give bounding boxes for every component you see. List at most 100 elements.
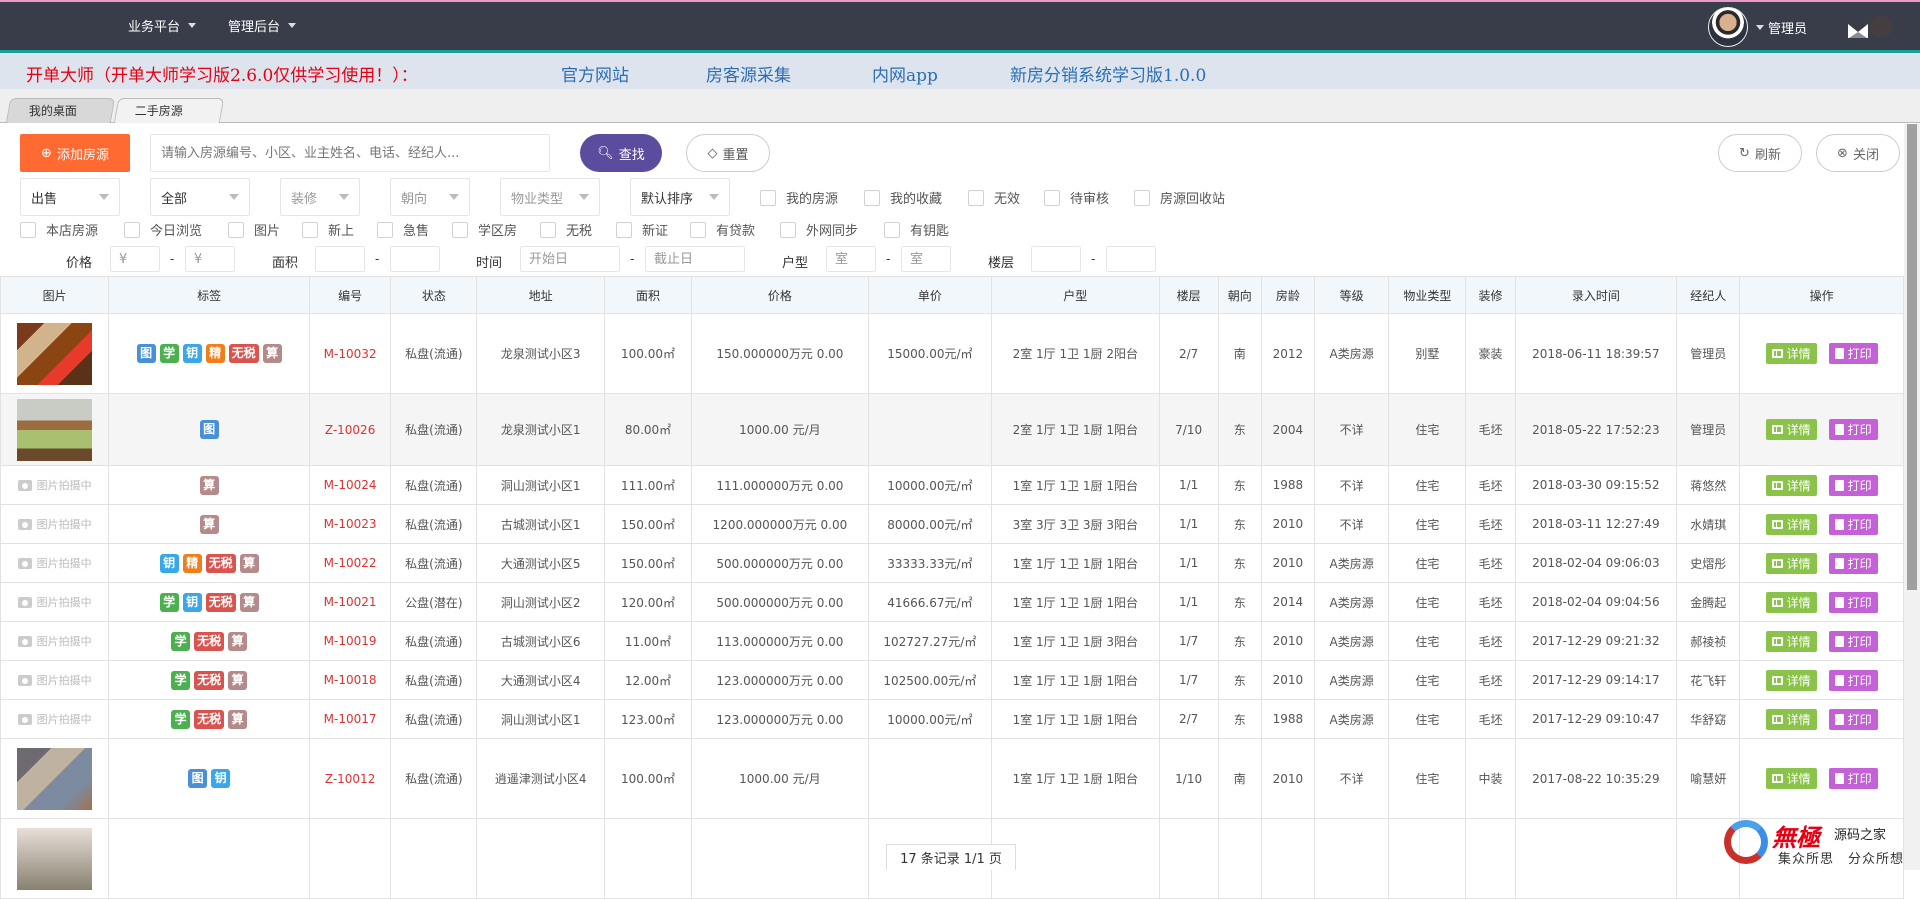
link-source-collection[interactable]: 房客源采集 [706, 61, 791, 86]
cell-code[interactable]: M-10032 [308, 313, 392, 394]
detail-button[interactable]: 详情 [1765, 552, 1817, 574]
print-button[interactable]: 打印 [1828, 552, 1878, 574]
print-button[interactable]: 打印 [1828, 419, 1878, 440]
house-photo[interactable] [17, 747, 93, 810]
print-button[interactable]: 打印 [1828, 513, 1878, 535]
floor-max-input[interactable] [1106, 246, 1156, 272]
checkbox-has-loan[interactable]: 有贷款 [690, 220, 755, 239]
floor-min-input[interactable] [1031, 246, 1081, 272]
checkbox-has-key[interactable]: 有钥匙 [884, 220, 949, 239]
detail-button[interactable]: 详情 [1765, 419, 1817, 440]
print-button[interactable]: 打印 [1828, 669, 1878, 691]
checkbox-viewed-today[interactable]: 今日浏览 [124, 220, 202, 239]
select-orientation[interactable]: 朝向 [390, 178, 470, 216]
checkbox-my-favorites[interactable]: 我的收藏 [864, 188, 942, 207]
detail-button[interactable]: 详情 [1765, 768, 1817, 789]
checkbox-invalid[interactable]: 无效 [968, 188, 1020, 207]
scrollbar-thumb[interactable] [1907, 124, 1917, 590]
checkbox-tax-free[interactable]: 无税 [540, 220, 592, 239]
detail-button[interactable]: 详情 [1765, 708, 1817, 730]
checkbox-new-listing[interactable]: 新上 [302, 220, 354, 239]
table-row[interactable]: 图钥 Z-10012 私盘(流通) 逍遥津测试小区4 100.00㎡ 1000.00 元/… [0, 738, 1904, 819]
page-scrollbar[interactable] [1904, 124, 1920, 870]
select-status[interactable]: 全部 [150, 178, 250, 216]
checkbox-pending-review[interactable]: 待审核 [1044, 188, 1109, 207]
column-header: 单价 [867, 276, 993, 314]
message-badge [1870, 16, 1892, 38]
cell-facing: 东 [1217, 660, 1262, 700]
nav-admin-backend[interactable]: 管理后台 [228, 16, 297, 35]
add-house-button[interactable]: ⊕ 添加房源 [20, 134, 130, 172]
cell-code[interactable]: Z-10012 [308, 738, 392, 819]
checkbox-store-houses[interactable]: 本店房源 [20, 220, 98, 239]
end-date-input[interactable] [645, 246, 745, 272]
cell-grade: A类房源 [1314, 543, 1390, 583]
detail-button[interactable]: 详情 [1765, 343, 1817, 364]
area-max-input[interactable] [390, 246, 440, 272]
table-row[interactable]: 图片拍摄中 算 M-10023 私盘(流通) 古城测试小区1 150.00㎡ 1200.00… [0, 504, 1904, 544]
detail-button[interactable]: 详情 [1765, 513, 1817, 535]
table-row[interactable]: 图片拍摄中学无税算 M-10017 私盘(流通) 洞山测试小区1 123.00㎡ 123.… [0, 699, 1904, 739]
cell-code[interactable]: M-10019 [308, 621, 392, 661]
checkbox-has-photo[interactable]: 图片 [228, 220, 280, 239]
cell-unit-price [867, 738, 993, 819]
print-button[interactable]: 打印 [1828, 343, 1878, 364]
tab-second-hand-houses[interactable]: 二手房源× [113, 98, 225, 142]
table-row[interactable]: 图片拍摄中学钥无税算 M-10021 公盘(潜在) 洞山测试小区2 120.00㎡ 500… [0, 582, 1904, 622]
find-button[interactable]: 🔍︎ 查找 [580, 134, 662, 172]
print-button[interactable]: 打印 [1828, 630, 1878, 652]
select-property-type[interactable]: 物业类型 [500, 178, 600, 216]
cell-code[interactable]: M-10023 [308, 504, 392, 544]
select-sort[interactable]: 默认排序 [630, 178, 730, 216]
select-trade-type[interactable]: 出售 [20, 178, 120, 216]
user-menu[interactable]: 管理员 [1707, 7, 1807, 47]
print-button[interactable]: 打印 [1828, 591, 1878, 613]
cell-code[interactable]: M-10021 [308, 582, 392, 622]
checkbox-recycle-bin[interactable]: 房源回收站 [1134, 188, 1225, 207]
table-row[interactable]: 图片拍摄中学无税算 M-10018 私盘(流通) 大通测试小区4 12.00㎡ 123.0… [0, 660, 1904, 700]
checkbox-external-sync[interactable]: 外网同步 [780, 220, 858, 239]
table-row[interactable]: 图片拍摄中钥精无税算 M-10022 私盘(流通) 大通测试小区5 150.00㎡ 500… [0, 543, 1904, 583]
cell-grade: 不详 [1314, 504, 1390, 544]
price-min-input[interactable] [110, 246, 160, 272]
tab-my-desktop[interactable]: 我的桌面 [5, 98, 116, 123]
refresh-button[interactable]: ↻ 刷新 [1718, 134, 1802, 172]
nav-business-platform[interactable]: 业务平台 [128, 16, 197, 35]
table-row[interactable]: 图片拍摄中 算 M-10024 私盘(流通) 洞山测试小区1 111.00㎡ 111.000… [0, 465, 1904, 505]
close-button[interactable]: ⊗ 关闭 [1816, 134, 1900, 172]
link-official-site[interactable]: 官方网站 [561, 61, 629, 86]
print-button[interactable]: 打印 [1828, 474, 1878, 496]
start-date-input[interactable] [520, 246, 620, 272]
checkbox-new-certificate[interactable]: 新证 [616, 220, 668, 239]
reset-button[interactable]: ◇ 重置 [686, 134, 770, 172]
house-photo[interactable] [17, 398, 93, 461]
cell-code[interactable]: M-10018 [308, 660, 392, 700]
print-button[interactable]: 打印 [1828, 708, 1878, 730]
table-row[interactable]: 图学钥精无税算 M-10032 私盘(流通) 龙泉测试小区3 100.00㎡ 150.00… [0, 313, 1904, 394]
house-photo[interactable] [17, 322, 93, 385]
cell-code[interactable]: Z-10026 [308, 393, 392, 466]
select-decoration[interactable]: 装修 [280, 178, 360, 216]
cell-code[interactable]: M-10017 [308, 699, 392, 739]
table-row[interactable]: 图 Z-10026 私盘(流通) 龙泉测试小区1 80.00㎡ 1000.00 元/月 2室… [0, 393, 1904, 466]
area-min-input[interactable] [315, 246, 365, 272]
mail-icon[interactable] [1848, 24, 1868, 38]
detail-button[interactable]: 详情 [1765, 669, 1817, 691]
house-photo[interactable] [17, 827, 93, 890]
price-max-input[interactable] [185, 246, 235, 272]
search-input[interactable] [150, 134, 550, 172]
checkbox-my-houses[interactable]: 我的房源 [760, 188, 838, 207]
detail-button[interactable]: 详情 [1765, 630, 1817, 652]
cell-code[interactable]: M-10024 [308, 465, 392, 505]
print-button[interactable]: 打印 [1828, 768, 1878, 789]
checkbox-urgent-sale[interactable]: 急售 [377, 220, 429, 239]
rooms-max-input[interactable] [901, 246, 951, 272]
rooms-min-input[interactable] [826, 246, 876, 272]
detail-button[interactable]: 详情 [1765, 591, 1817, 613]
link-intranet-app[interactable]: 内网app [872, 61, 938, 86]
link-new-house-system[interactable]: 新房分销系统学习版1.0.0 [1010, 61, 1206, 86]
checkbox-school-district[interactable]: 学区房 [452, 220, 517, 239]
cell-code[interactable]: M-10022 [308, 543, 392, 583]
detail-button[interactable]: 详情 [1765, 474, 1817, 496]
table-row[interactable]: 图片拍摄中学无税算 M-10019 私盘(流通) 古城测试小区6 11.00㎡ 113.0… [0, 621, 1904, 661]
